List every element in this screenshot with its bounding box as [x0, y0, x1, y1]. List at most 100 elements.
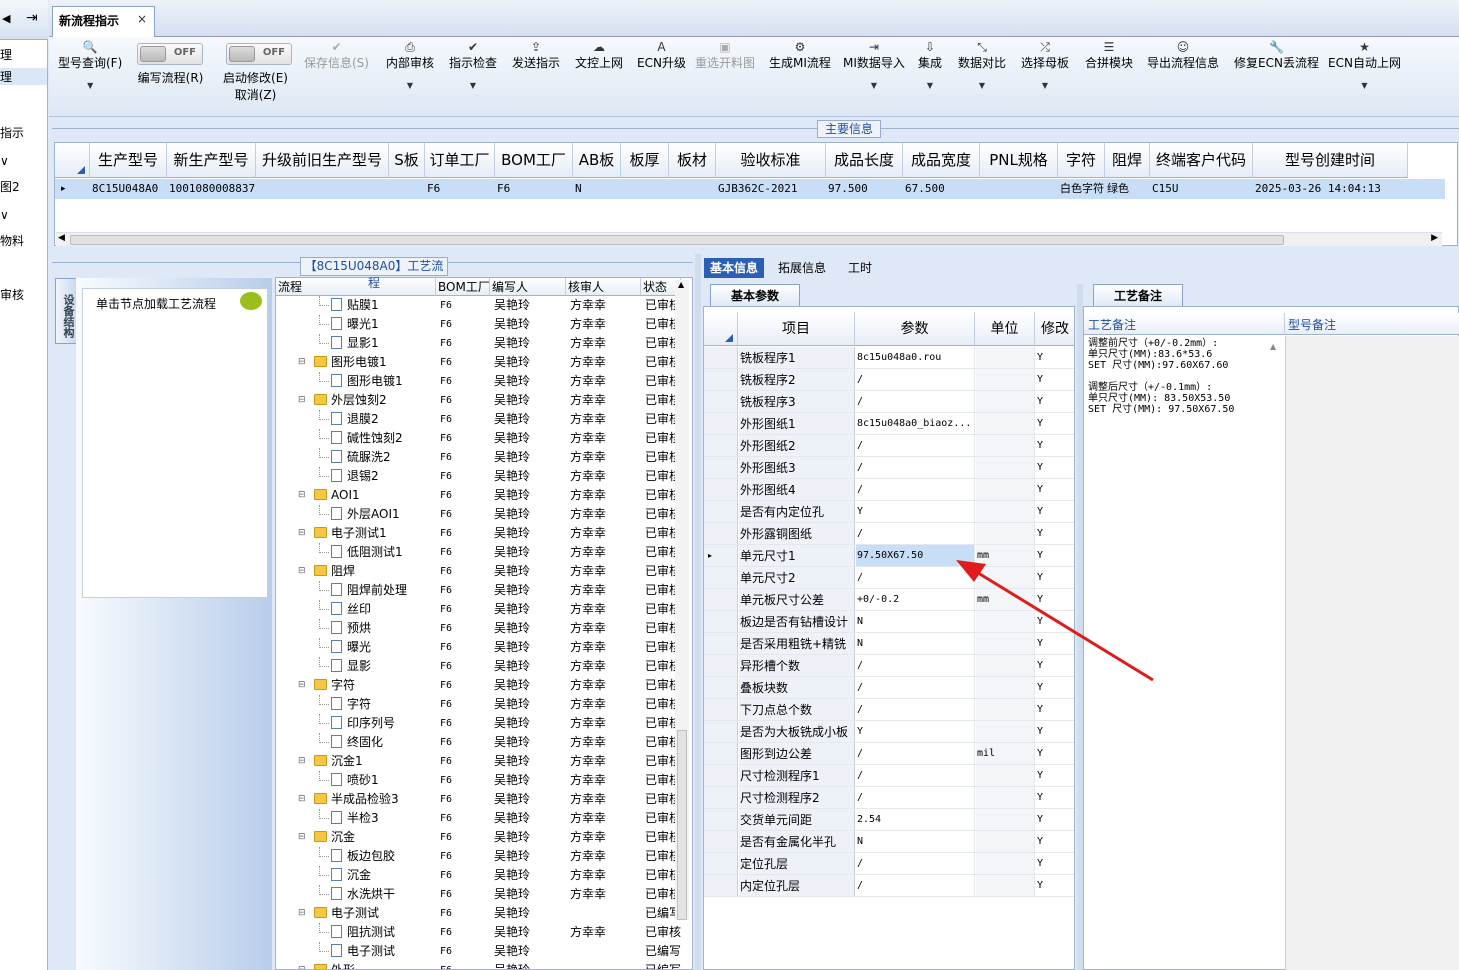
param-unit[interactable]: [976, 699, 1035, 720]
chevron-down-icon[interactable]: ▼: [449, 80, 497, 92]
ribbon-button[interactable]: ⇩ 集成 ▼: [918, 38, 942, 104]
tree-node[interactable]: 半成品检验3: [314, 790, 434, 809]
row-header[interactable]: [704, 369, 738, 390]
param-flag[interactable]: Y: [1037, 413, 1074, 434]
close-icon[interactable]: ×: [137, 12, 147, 26]
tree-row[interactable]: ⊟ 外层蚀刻2 F6 吴艳玲 方幸幸 已审核: [276, 391, 692, 410]
column-header[interactable]: 成品宽度: [903, 143, 980, 178]
param-row[interactable]: 是否为大板铣成小板 Y Y: [704, 721, 1074, 743]
param-value[interactable]: 8c15u048a0.rou: [856, 347, 975, 368]
ribbon-button[interactable]: ⇥ MI数据导入 ▼: [843, 38, 905, 104]
tab-2[interactable]: 工时: [842, 258, 878, 278]
param-unit[interactable]: mil: [976, 743, 1035, 764]
column-header[interactable]: 单位: [975, 312, 1035, 346]
scrollbar-thumb[interactable]: [677, 730, 687, 920]
param-flag[interactable]: Y: [1037, 501, 1074, 522]
row-header[interactable]: [704, 457, 738, 478]
param-flag[interactable]: Y: [1037, 699, 1074, 720]
tree-node[interactable]: 电子测试1: [314, 524, 434, 543]
row-header[interactable]: [704, 875, 738, 896]
param-unit[interactable]: [976, 809, 1035, 830]
remark-text[interactable]: 调整前尺寸（+0/-0.2mm）: 单只尺寸(MM):83.6*53.6 SET…: [1088, 338, 1278, 415]
scroll-left-icon[interactable]: ◀: [58, 233, 65, 243]
tree-row[interactable]: ⊟ 半成品检验3 F6 吴艳玲 方幸幸 已审核: [276, 790, 692, 809]
param-row[interactable]: 尺寸检测程序1/ Y: [704, 765, 1074, 787]
table-cell[interactable]: 10010800088371: [167, 179, 256, 199]
param-unit[interactable]: [976, 875, 1035, 896]
tree-row[interactable]: 曝光1 F6 吴艳玲 方幸幸 已审核: [276, 315, 692, 334]
param-flag[interactable]: Y: [1037, 457, 1074, 478]
tree-row[interactable]: 喷砂1 F6 吴艳玲 方幸幸 已审核: [276, 771, 692, 790]
param-row[interactable]: 定位孔层 / Y: [704, 853, 1074, 875]
tree-row[interactable]: ⊟ 图形电镀1 F6 吴艳玲 方幸幸 已审核: [276, 353, 692, 372]
table-cell[interactable]: 白色字符: [1058, 179, 1105, 199]
sign-in-icon[interactable]: ⇥: [26, 10, 38, 26]
column-header[interactable]: 参数: [855, 312, 975, 346]
ribbon-button[interactable]: ⎙ 内部审核 ▼: [386, 38, 434, 104]
tab-process-remark[interactable]: 工艺备注: [1093, 284, 1183, 306]
table-cell[interactable]: [669, 179, 716, 199]
row-header[interactable]: [704, 787, 738, 808]
tree-row[interactable]: 退膜2 F6 吴艳玲 方幸幸 已审核: [276, 410, 692, 429]
chevron-down-icon[interactable]: ▼: [843, 80, 905, 92]
chevron-down-icon[interactable]: ▼: [1328, 80, 1401, 92]
tree-node[interactable]: 外层蚀刻2: [314, 391, 434, 410]
ribbon-button[interactable]: ⤡ 数据对比 ▼: [958, 38, 1006, 104]
param-row[interactable]: 外形图纸1 8c15u048a0_biaoz... Y: [704, 413, 1074, 435]
sidebar-item[interactable]: 指示: [0, 124, 24, 141]
param-value[interactable]: /: [856, 743, 975, 764]
param-value[interactable]: /: [856, 765, 975, 786]
column-header[interactable]: 终端客户代码: [1150, 143, 1253, 178]
column-header[interactable]: BOM工厂: [436, 278, 490, 296]
scroll-right-icon[interactable]: ▶: [1431, 233, 1438, 243]
tree-row[interactable]: 低阻测试1 F6 吴艳玲 方幸幸 已审核: [276, 543, 692, 562]
tree-row[interactable]: 碱性蚀刻2 F6 吴艳玲 方幸幸 已审核: [276, 429, 692, 448]
param-flag[interactable]: Y: [1037, 809, 1074, 830]
row-header[interactable]: [704, 655, 738, 676]
column-header[interactable]: 阻焊: [1105, 143, 1150, 178]
tree-node[interactable]: 贴膜1: [331, 296, 434, 315]
tree-row[interactable]: 显影1 F6 吴艳玲 方幸幸 已审核: [276, 334, 692, 353]
table-cell[interactable]: N: [573, 179, 621, 199]
param-row[interactable]: 铣板程序3/ Y: [704, 391, 1074, 413]
ribbon-button[interactable]: ✔ 指示检查 ▼: [449, 38, 497, 104]
collapse-icon[interactable]: ⊟: [298, 353, 306, 372]
column-header[interactable]: 板材: [669, 143, 716, 178]
param-unit[interactable]: [976, 435, 1035, 456]
row-header[interactable]: [704, 523, 738, 544]
tree-node[interactable]: 丝印: [331, 600, 434, 619]
param-value[interactable]: /: [856, 391, 975, 412]
ribbon-button[interactable]: ⤮ 选择母板 ▼: [1021, 38, 1069, 104]
tree-row[interactable]: ⊟ 阻焊 F6 吴艳玲 方幸幸 已审核: [276, 562, 692, 581]
toggle-enable-edit[interactable]: OFF: [226, 43, 292, 65]
row-header[interactable]: [704, 391, 738, 412]
param-row[interactable]: 尺寸检测程序2/ Y: [704, 787, 1074, 809]
sidebar-item[interactable]: 审核: [0, 286, 24, 303]
tree-node[interactable]: 终固化: [331, 733, 434, 752]
table-cell[interactable]: F6: [425, 179, 495, 199]
tree-row[interactable]: 显影 F6 吴艳玲 方幸幸 已审核: [276, 657, 692, 676]
ribbon-button[interactable]: ☰ 合拼模块: [1085, 38, 1133, 104]
param-unit[interactable]: [976, 765, 1035, 786]
tab-1[interactable]: 拓展信息: [772, 258, 832, 278]
row-header[interactable]: [704, 501, 738, 522]
tree-row[interactable]: ⊟ 沉金 F6 吴艳玲 方幸幸 已审核: [276, 828, 692, 847]
tree-node[interactable]: 硫脲洗2: [331, 448, 434, 467]
tree-row[interactable]: 板边包胶 F6 吴艳玲 方幸幸 已审核: [276, 847, 692, 866]
sidebar-item[interactable]: ∨: [0, 208, 9, 222]
collapse-icon[interactable]: ⊟: [298, 790, 306, 809]
param-unit[interactable]: [976, 347, 1035, 368]
collapse-icon[interactable]: ⊟: [298, 524, 306, 543]
tree-row[interactable]: ⊟ 电子测试1 F6 吴艳玲 方幸幸 已审核: [276, 524, 692, 543]
param-unit[interactable]: [976, 391, 1035, 412]
param-value[interactable]: /: [856, 699, 975, 720]
tree-node[interactable]: 电子测试: [314, 904, 434, 923]
column-header[interactable]: 验收标准: [716, 143, 826, 178]
scrollbar-thumb[interactable]: [70, 235, 1284, 245]
param-value[interactable]: /: [856, 457, 975, 478]
sidebar-item[interactable]: 图2: [0, 178, 20, 195]
tree-node[interactable]: 外层AOI1: [331, 505, 434, 524]
param-value[interactable]: /: [856, 787, 975, 808]
row-header[interactable]: [704, 699, 738, 720]
tree-node[interactable]: AOI1: [314, 486, 434, 505]
